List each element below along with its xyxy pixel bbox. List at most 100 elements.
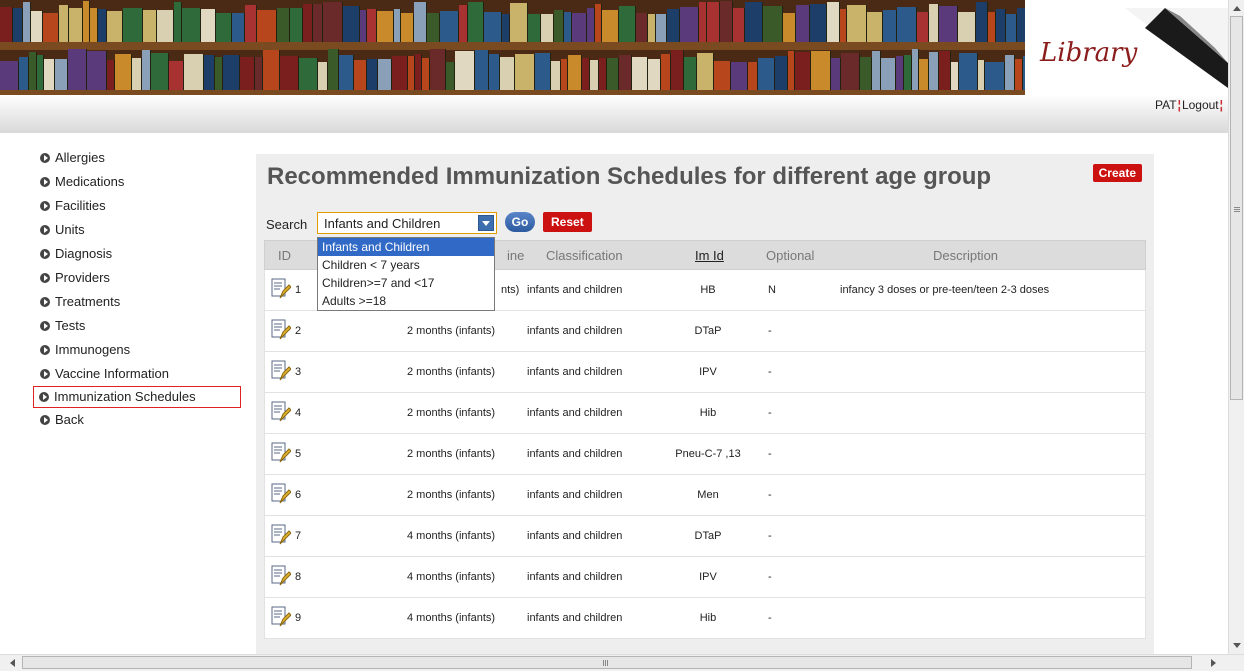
edit-document-icon[interactable] [271, 319, 291, 341]
nav-item-vaccine-information[interactable]: Vaccine Information [35, 362, 245, 386]
dropdown-option[interactable]: Children < 7 years [318, 256, 494, 274]
cell-imid: IPV [699, 366, 717, 378]
arrow-bullet-icon [40, 153, 50, 163]
reset-button[interactable]: Reset [543, 212, 592, 232]
nav-item-label: Allergies [55, 150, 105, 165]
page-title: Recommended Immunization Schedules for d… [267, 163, 992, 190]
nav-item-label: Tests [55, 318, 86, 333]
col-classification[interactable]: Classification [546, 248, 623, 263]
cell-optional: - [768, 366, 772, 378]
arrow-bullet-icon [40, 225, 50, 235]
cell-classification: infants and children [527, 284, 623, 296]
dropdown-option[interactable]: Children>=7 and <17 [318, 274, 494, 292]
nav-item-medications[interactable]: Medications [35, 170, 245, 194]
nav-item-label: Facilities [55, 198, 106, 213]
scroll-down-icon[interactable] [1233, 643, 1241, 648]
nav-item-label: Diagnosis [55, 246, 113, 261]
nav-item-treatments[interactable]: Treatments [35, 290, 245, 314]
arrow-bullet-icon [40, 297, 50, 307]
nav-item-immunization-schedules[interactable]: Immunization Schedules [33, 386, 241, 408]
col-id[interactable]: ID [278, 248, 291, 263]
nav-item-diagnosis[interactable]: Diagnosis [35, 242, 245, 266]
vertical-scrollbar[interactable] [1228, 0, 1244, 654]
edit-document-icon[interactable] [271, 565, 291, 587]
username: PAT [1155, 98, 1177, 112]
arrow-bullet-icon [40, 369, 50, 379]
cell-optional: - [768, 530, 772, 542]
cell-age: 4 months (infants) [407, 530, 496, 542]
go-button[interactable]: Go [505, 212, 535, 232]
cell-imid: DTaP [694, 530, 722, 542]
scroll-thumb[interactable] [22, 656, 1192, 669]
edit-document-icon[interactable] [271, 483, 291, 505]
nav-item-label: Vaccine Information [55, 366, 169, 381]
dropdown-option[interactable]: Infants and Children [318, 238, 494, 256]
nav-item-units[interactable]: Units [35, 218, 245, 242]
nav-item-allergies[interactable]: Allergies [35, 146, 245, 170]
age-group-select[interactable]: Infants and Children [317, 212, 497, 234]
nav-item-label: Immunization Schedules [54, 389, 196, 404]
nav-item-label: Immunogens [55, 342, 131, 357]
cell-age: 4 months (infants) [407, 612, 496, 624]
library-banner-image [0, 0, 1025, 96]
edit-document-icon[interactable] [271, 442, 291, 464]
cell-imid: Hib [699, 612, 717, 624]
cell-age: 2 months (infants) [407, 366, 496, 378]
cell-imid: DTaP [694, 325, 722, 337]
table-row: 9 4 months (infants) infants and children H… [264, 598, 1146, 639]
nav-item-providers[interactable]: Providers [35, 266, 245, 290]
arrow-bullet-icon [40, 321, 50, 331]
edit-document-icon[interactable] [271, 606, 291, 628]
nav-item-tests[interactable]: Tests [35, 314, 245, 338]
table-row: 6 2 months (infants) infants and children M… [264, 475, 1146, 516]
edit-document-icon[interactable] [271, 524, 291, 546]
page-curl-icon [1125, 8, 1228, 88]
side-navigation: Allergies Medications Facilities Units D… [33, 146, 245, 432]
scroll-left-icon[interactable] [10, 659, 15, 667]
cell-optional: - [768, 407, 772, 419]
cell-age: 2 months (infants) [407, 489, 496, 501]
nav-item-immunogens[interactable]: Immunogens [35, 338, 245, 362]
arrow-bullet-icon [39, 392, 49, 402]
create-button[interactable]: Create [1092, 164, 1142, 182]
horizontal-scrollbar[interactable] [0, 654, 1244, 671]
edit-document-icon[interactable] [271, 360, 291, 382]
age-group-dropdown-list[interactable]: Infants and Children Children < 7 years … [317, 237, 495, 311]
col-description[interactable]: Description [933, 248, 998, 263]
table-row: 5 2 months (infants) infants and children P… [264, 434, 1146, 475]
cell-classification: infants and children [527, 530, 623, 542]
nav-item-back[interactable]: Back [35, 408, 245, 432]
cell-classification: infants and children [527, 407, 623, 419]
cell-age: 2 months (infants) [407, 448, 496, 460]
cell-imid: IPV [699, 571, 717, 583]
edit-document-icon[interactable] [271, 278, 291, 300]
main-panel: Recommended Immunization Schedules for d… [256, 154, 1154, 656]
col-imid[interactable]: Im Id [695, 248, 724, 263]
search-label: Search [266, 217, 308, 232]
chevron-down-icon[interactable] [478, 215, 494, 231]
edit-document-icon[interactable] [271, 401, 291, 423]
scroll-thumb[interactable] [1230, 16, 1243, 400]
cell-age: 2 months (infants) [407, 325, 496, 337]
cell-optional: N [768, 284, 776, 296]
cell-imid: Men [697, 489, 719, 501]
dropdown-option[interactable]: Adults >=18 [318, 292, 494, 310]
cell-description: infancy 3 doses or pre-teen/teen 2-3 dos… [840, 284, 1050, 296]
col-optional[interactable]: Optional [766, 248, 814, 263]
nav-item-label: Units [55, 222, 85, 237]
cell-id: 3 [295, 366, 302, 378]
cell-id: 2 [295, 325, 302, 337]
arrow-bullet-icon [40, 249, 50, 259]
cell-id: 9 [295, 612, 302, 624]
scroll-up-icon[interactable] [1233, 6, 1241, 11]
logout-link[interactable]: Logout [1182, 98, 1219, 112]
cell-id: 4 [295, 407, 302, 419]
cell-age: 2 months (infants) [407, 407, 496, 419]
table-row: 2 2 months (infants) infants and children D… [264, 311, 1146, 352]
scroll-right-icon[interactable] [1211, 659, 1216, 667]
nav-item-label: Medications [55, 174, 125, 189]
cell-classification: infants and children [527, 489, 623, 501]
col-timeline[interactable]: ine [507, 248, 524, 263]
nav-item-facilities[interactable]: Facilities [35, 194, 245, 218]
cell-id: 6 [295, 489, 302, 501]
